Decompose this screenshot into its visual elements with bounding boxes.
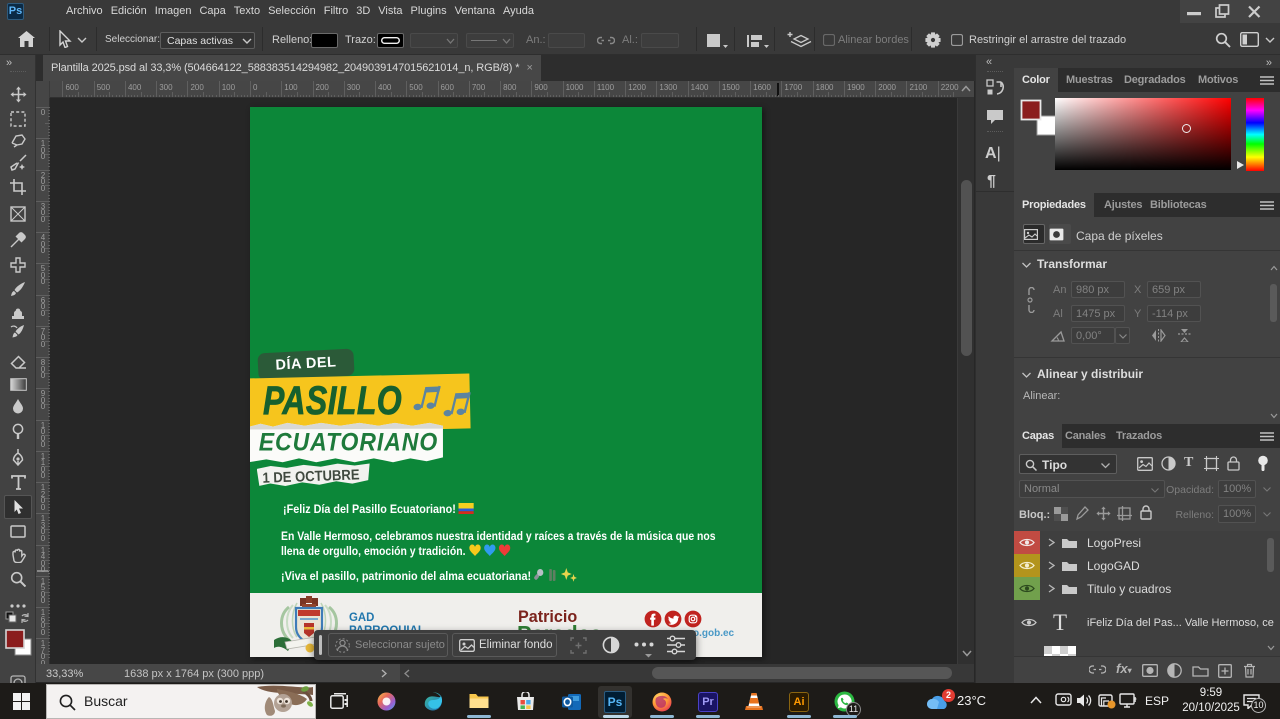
svg-text:ECUATORIANO: ECUATORIANO [259, 429, 438, 457]
svg-text:1 DE OCTUBRE: 1 DE OCTUBRE [262, 467, 360, 486]
